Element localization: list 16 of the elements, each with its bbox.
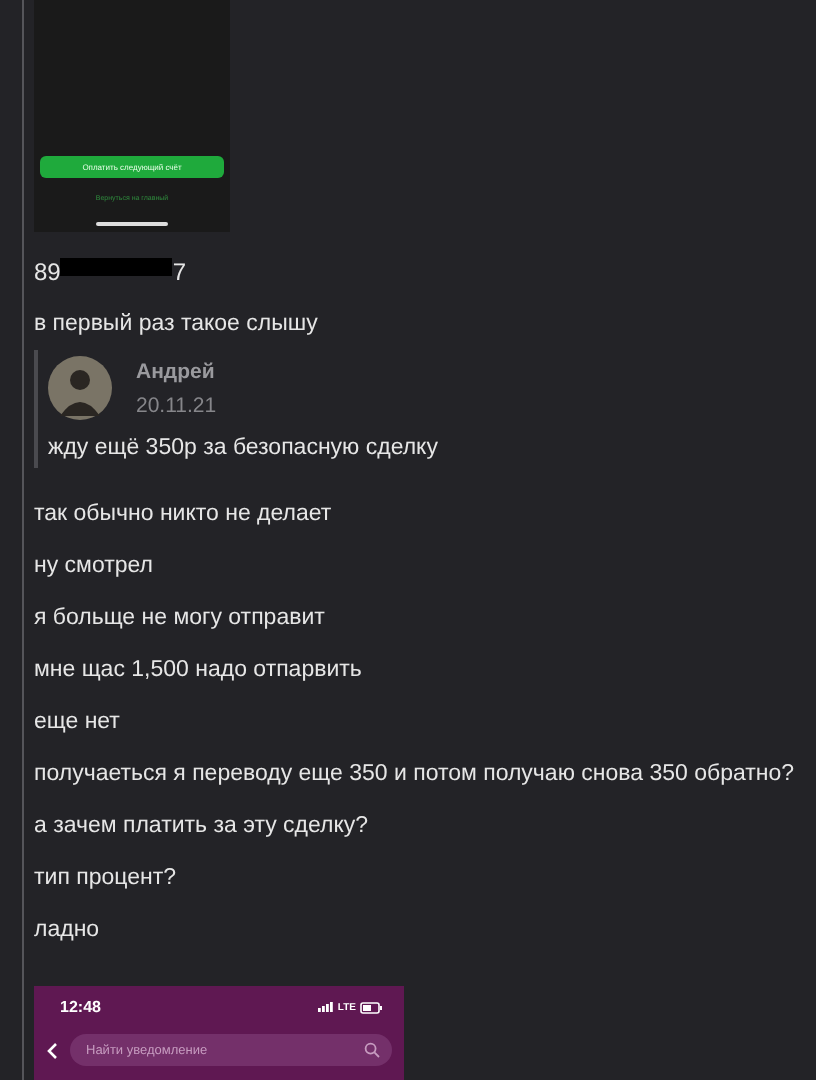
phone-number-text: 89 xyxy=(34,256,61,288)
message-text: в первый раз такое слышу xyxy=(34,310,320,340)
quote-text: жду ещё 350р за безопасную сделку xyxy=(48,436,440,460)
message-text: так обычно никто не делает xyxy=(34,500,334,530)
message-text: тип процент? xyxy=(34,864,178,894)
message-text: мне щас 1,500 надо отпарвить xyxy=(34,656,364,686)
message-text: а зачем платить за эту сделку? xyxy=(34,812,371,842)
message-text: ладно xyxy=(34,916,102,946)
author-name: Андрей xyxy=(136,360,217,384)
message-text: я больще не могу отправит xyxy=(34,604,327,634)
message-text: получаеться я переводу еще 350 и потом получаю снова 350 обратно? xyxy=(34,760,797,790)
phone-number-text: 7 xyxy=(172,256,187,288)
message-date: 20.11.21 xyxy=(136,394,217,418)
message-text: еще нет xyxy=(34,708,122,738)
status-time: 12:48 xyxy=(60,998,101,1016)
message-text: ну смотрел xyxy=(34,552,155,582)
